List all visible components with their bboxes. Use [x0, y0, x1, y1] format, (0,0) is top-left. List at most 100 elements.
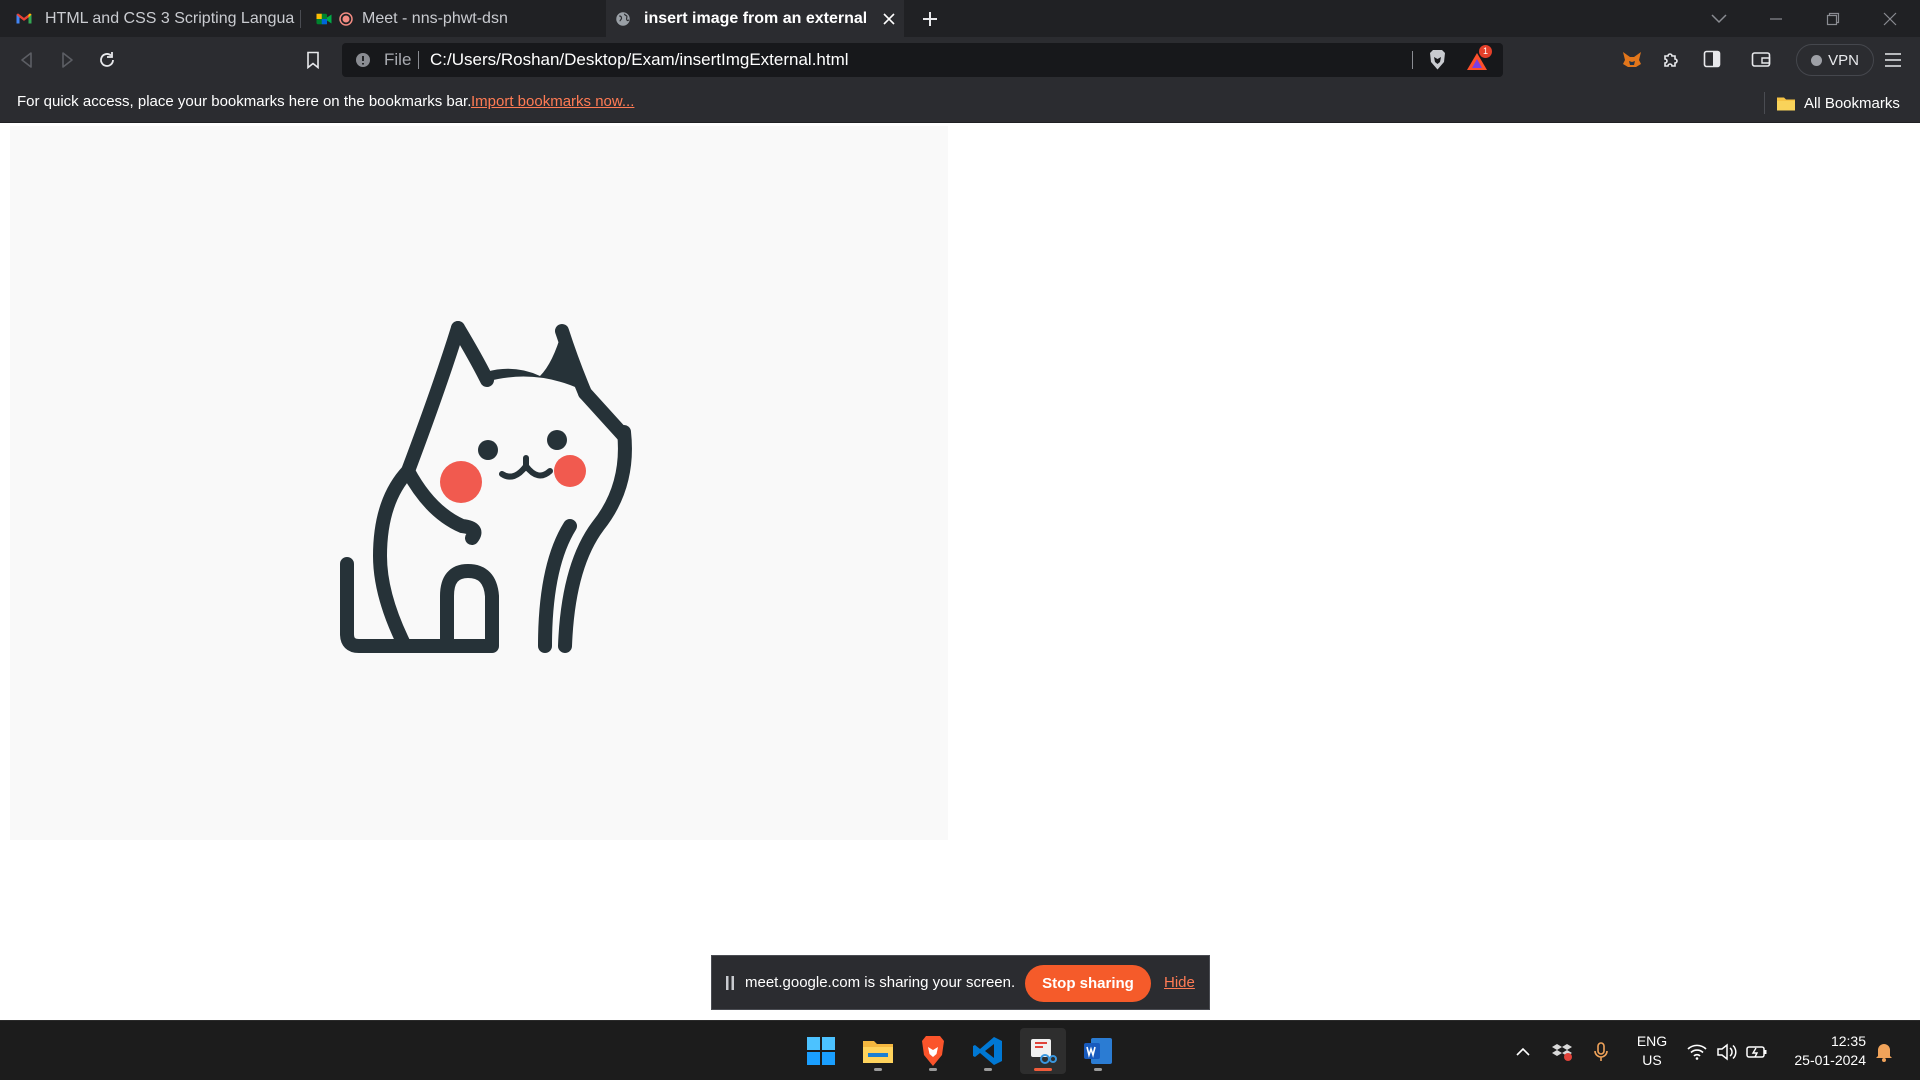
tab-gmail[interactable]: HTML and CSS 3 Scripting Language_I: [0, 0, 300, 37]
import-bookmarks-link[interactable]: Import bookmarks now...: [471, 93, 634, 110]
word-button[interactable]: [1075, 1028, 1121, 1074]
wifi-icon: [1687, 1044, 1707, 1060]
brave-browser-button[interactable]: [910, 1028, 956, 1074]
system-clock[interactable]: 12:35 25-01-2024: [1782, 1032, 1866, 1070]
page-viewport: [0, 124, 1920, 1020]
gmail-icon: [16, 12, 32, 23]
word-icon: [1084, 1038, 1112, 1064]
cat-body-left-outline: [372, 464, 415, 653]
rewards-badge: 1: [1479, 45, 1492, 58]
cat-right-cheek: [554, 455, 586, 487]
vscode-icon: [973, 1037, 1002, 1065]
dropbox-tray-button[interactable]: [1551, 1041, 1573, 1063]
bookmarks-divider: [1764, 92, 1765, 114]
url-text[interactable]: C:/Users/Roshan/Desktop/Exam/insertImgEx…: [430, 50, 849, 70]
snipping-tool-icon: [1031, 1039, 1057, 1064]
volume-tray-button[interactable]: [1716, 1041, 1738, 1063]
tab-title: insert image from an external se: [644, 9, 866, 27]
google-meet-icon: [316, 13, 332, 24]
microphone-tray-button[interactable]: [1590, 1041, 1612, 1063]
start-button[interactable]: [798, 1028, 844, 1074]
forward-button[interactable]: [51, 44, 83, 76]
tab-strip: HTML and CSS 3 Scripting Language_I Meet…: [0, 0, 1920, 37]
bookmarks-hint: For quick access, place your bookmarks h…: [17, 93, 472, 110]
metamask-extension-icon[interactable]: [1621, 49, 1643, 71]
clock-time: 12:35: [1830, 1033, 1866, 1049]
tab-title: HTML and CSS 3 Scripting Language_I: [45, 9, 295, 27]
language-code: ENG: [1636, 1033, 1668, 1049]
tab-meet[interactable]: Meet - nns-phwt-dsn: [303, 0, 603, 37]
stop-sharing-button[interactable]: Stop sharing: [1025, 965, 1151, 1002]
screen-share-notification: meet.google.com is sharing your screen. …: [711, 955, 1210, 1010]
bookmarks-bar: For quick access, place your bookmarks h…: [0, 83, 1920, 123]
microphone-icon: [1594, 1042, 1608, 1061]
input-language-indicator[interactable]: ENG US: [1633, 1032, 1671, 1070]
back-button[interactable]: [11, 44, 43, 76]
chevron-up-icon: [1516, 1047, 1530, 1056]
file-explorer-icon: [863, 1041, 893, 1063]
browser-toolbar: File C:/Users/Roshan/Desktop/Exam/insert…: [0, 37, 1920, 83]
cat-logo-image: [340, 321, 632, 653]
omnibox-divider: [418, 51, 419, 69]
external-image: [10, 126, 948, 840]
bookmark-icon: [307, 51, 319, 69]
battery-tray-button[interactable]: [1746, 1041, 1768, 1063]
sidebar-toggle-icon[interactable]: [1703, 50, 1721, 68]
vpn-status-dot: [1811, 54, 1823, 66]
bookmark-button[interactable]: [297, 44, 329, 76]
wallet-icon[interactable]: [1751, 50, 1771, 68]
running-indicator: [929, 1068, 937, 1071]
cat-right-eye: [547, 430, 567, 450]
recording-icon: [339, 11, 353, 26]
battery-charging-icon: [1746, 1046, 1767, 1058]
new-tab-icon[interactable]: [921, 10, 939, 28]
dropbox-icon: [1552, 1044, 1572, 1061]
extensions-puzzle-icon[interactable]: [1661, 50, 1681, 70]
notifications-button[interactable]: [1873, 1041, 1895, 1063]
menu-hamburger-icon[interactable]: [1884, 52, 1902, 68]
close-window-button[interactable]: [1862, 0, 1918, 37]
all-bookmarks-label: All Bookmarks: [1804, 94, 1900, 112]
minimize-button[interactable]: [1748, 0, 1804, 37]
running-indicator: [874, 1068, 882, 1071]
cat-left-eye: [478, 440, 498, 460]
tab-title: Meet - nns-phwt-dsn: [362, 9, 508, 27]
restore-button[interactable]: [1805, 0, 1861, 37]
reload-icon: [100, 52, 114, 67]
reload-button[interactable]: [91, 44, 123, 76]
region-code: US: [1642, 1052, 1662, 1068]
close-icon[interactable]: [883, 13, 895, 25]
cat-left-cheek: [440, 461, 482, 503]
scheme-label: File: [384, 50, 412, 69]
volume-icon: [1717, 1043, 1737, 1061]
vpn-button[interactable]: VPN: [1796, 44, 1874, 76]
back-arrow-icon: [21, 52, 32, 68]
cat-head-left-outline: [401, 321, 465, 478]
vscode-button[interactable]: [965, 1028, 1011, 1074]
wifi-tray-button[interactable]: [1686, 1041, 1708, 1063]
all-bookmarks-button[interactable]: All Bookmarks: [1776, 92, 1900, 114]
restore-icon: [1826, 12, 1840, 25]
info-icon[interactable]: [355, 52, 371, 68]
tab-active-page[interactable]: insert image from an external se: [606, 0, 904, 37]
forward-arrow-icon: [62, 52, 73, 68]
snipping-tool-button[interactable]: [1020, 1028, 1066, 1074]
address-bar[interactable]: File C:/Users/Roshan/Desktop/Exam/insert…: [342, 43, 1503, 77]
windows-taskbar: ENG US 12:35 25-01-2024: [0, 1020, 1920, 1080]
drag-handle-icon[interactable]: [725, 976, 735, 990]
running-indicator: [984, 1068, 992, 1071]
tab-search-chevron-icon[interactable]: [1711, 14, 1727, 24]
brave-shields-icon[interactable]: [1428, 49, 1447, 71]
notification-bell-icon: [1876, 1044, 1892, 1062]
hide-link[interactable]: Hide: [1164, 974, 1195, 991]
minimize-icon: [1770, 17, 1782, 20]
globe-icon: [616, 11, 630, 26]
omnibox-divider: [1412, 51, 1413, 69]
vpn-label: VPN: [1828, 51, 1859, 69]
running-indicator: [1094, 1068, 1102, 1071]
file-explorer-button[interactable]: [855, 1028, 901, 1074]
show-hidden-icons-button[interactable]: [1512, 1041, 1534, 1063]
active-indicator: [1034, 1068, 1052, 1071]
windows-start-icon: [807, 1037, 835, 1065]
cat-front-leg-outline: [440, 563, 499, 653]
